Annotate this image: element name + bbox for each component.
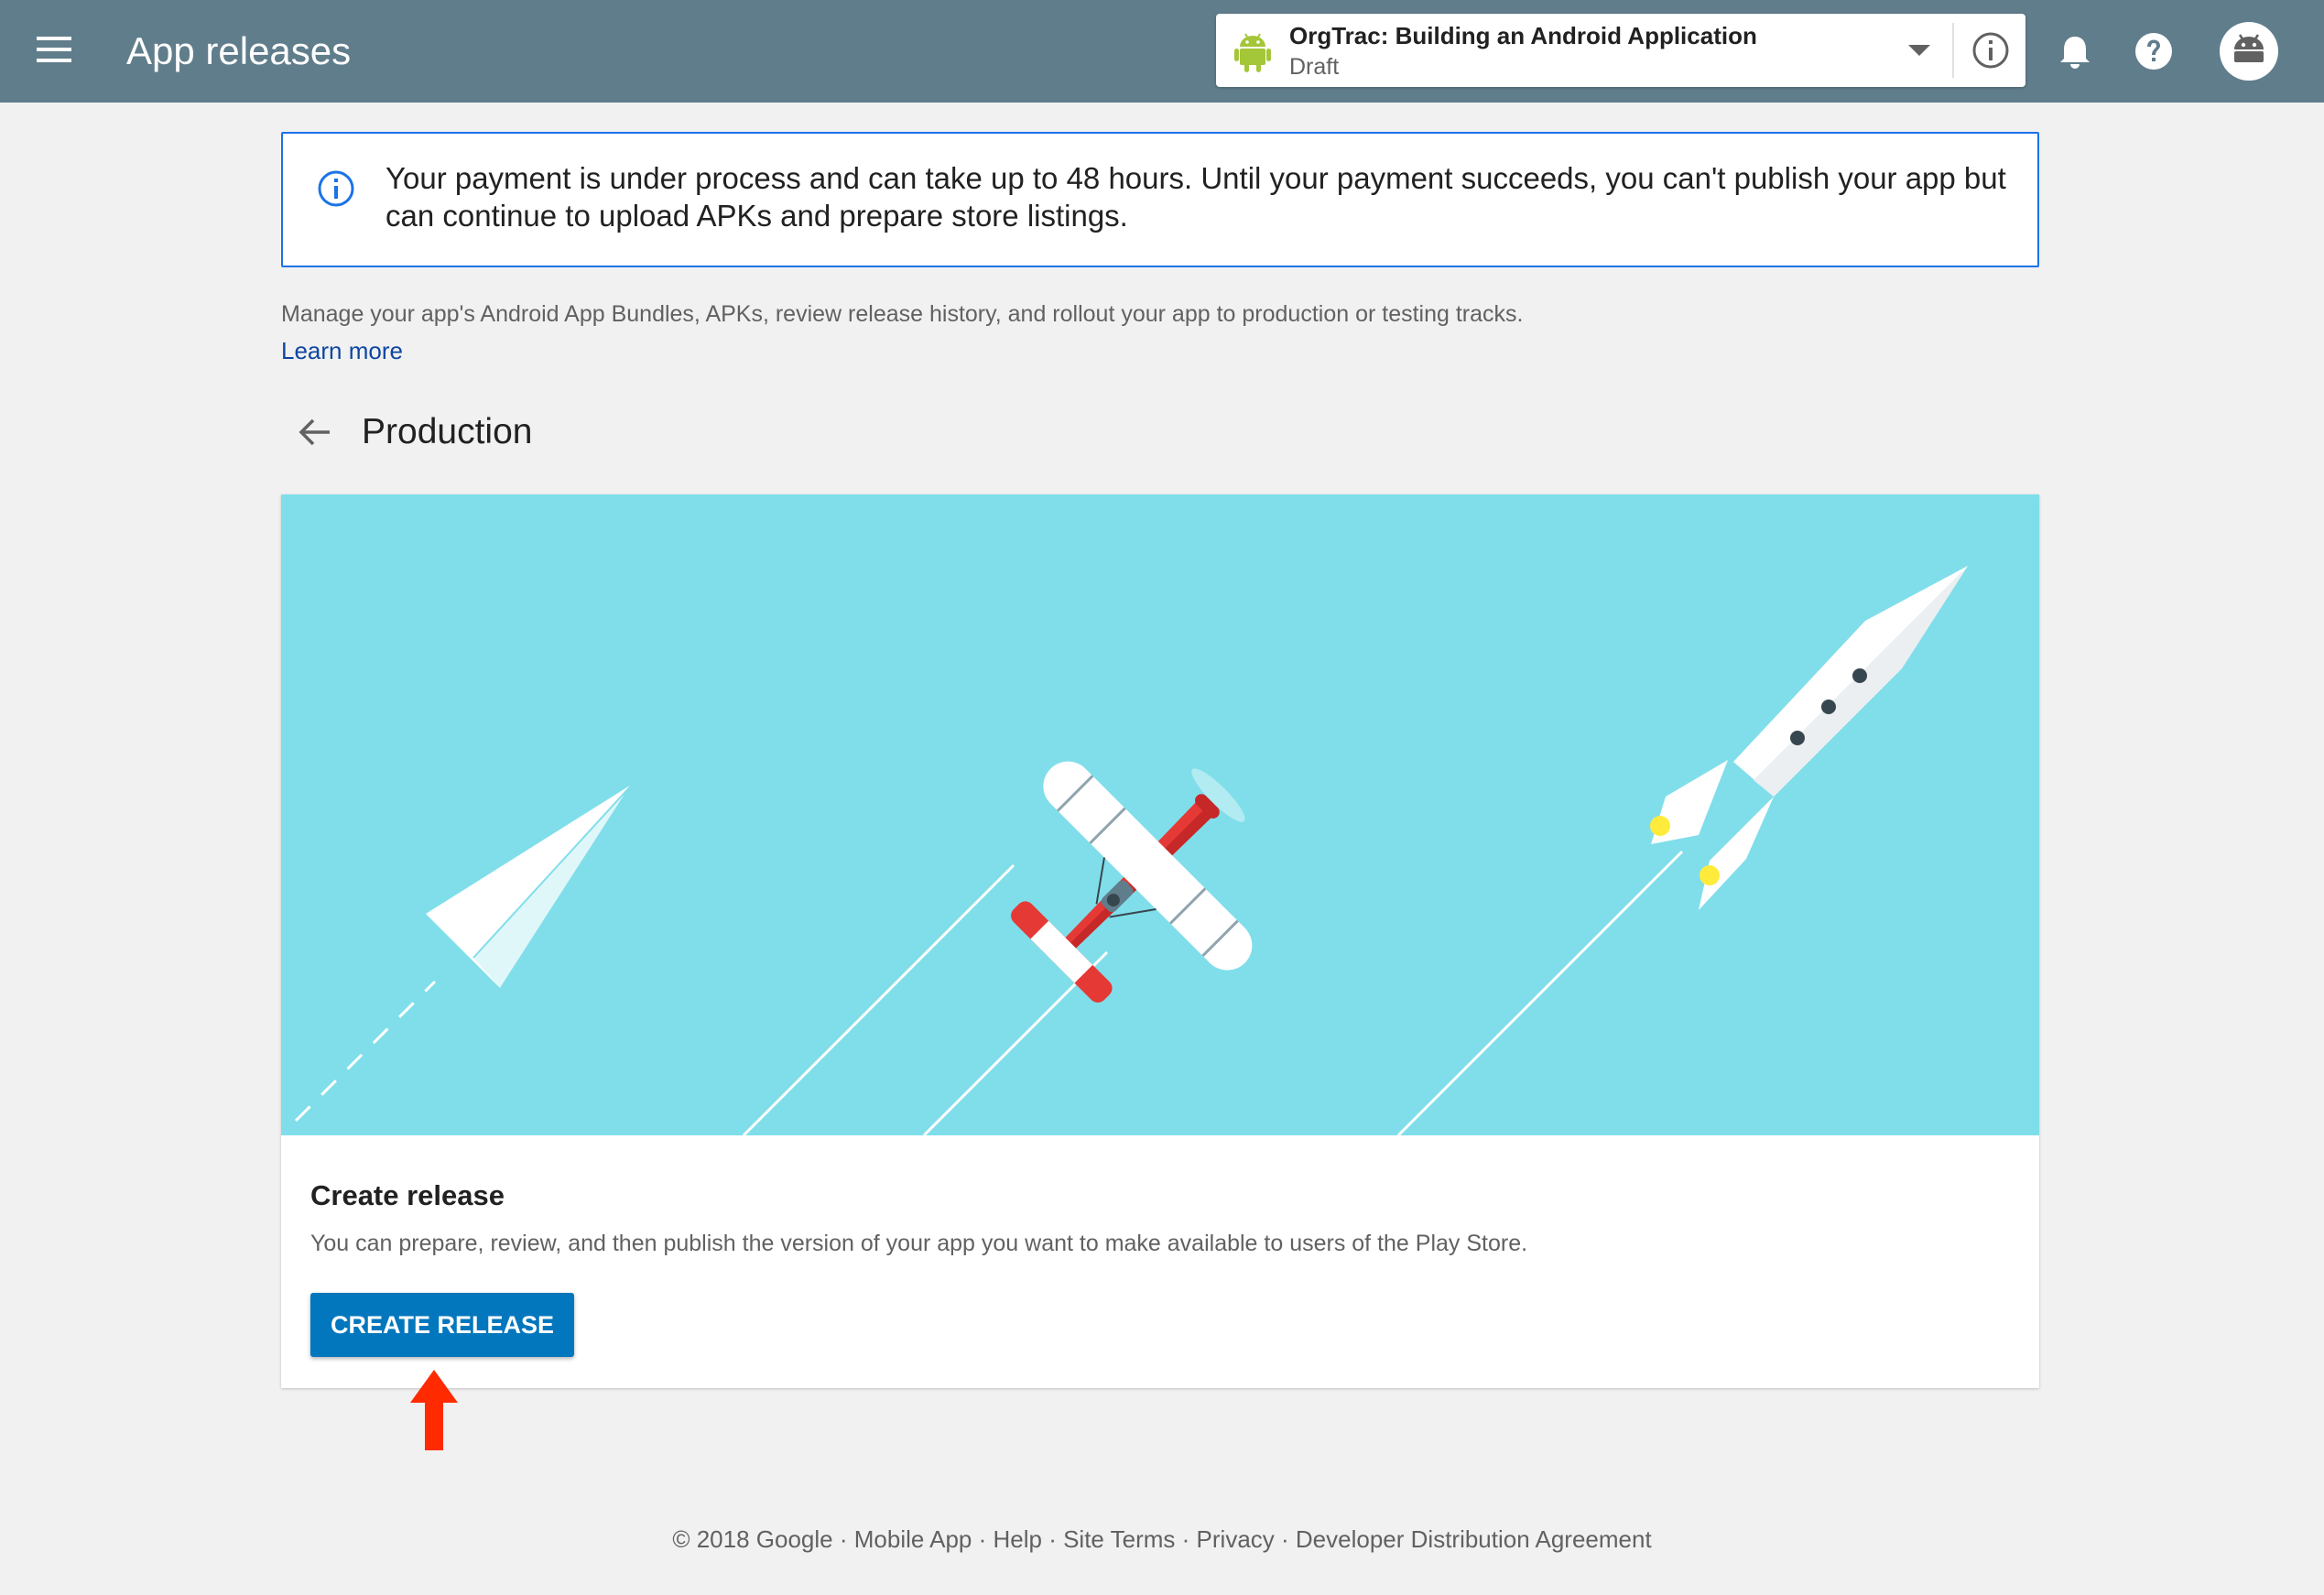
footer-separator: · [1175, 1525, 1197, 1553]
create-release-card: Create release You can prepare, review, … [281, 494, 2039, 1388]
selector-divider [1952, 23, 1954, 78]
footer-link-help[interactable]: Help [994, 1525, 1042, 1553]
footer-link-developer-distribution-agreement[interactable]: Developer Distribution Agreement [1296, 1525, 1652, 1553]
learn-more-link[interactable]: Learn more [281, 334, 403, 367]
info-icon[interactable] [1971, 30, 2011, 71]
footer-copyright: © 2018 Google [672, 1525, 833, 1553]
app-selector-dropdown[interactable]: OrgTrac: Building an Android Application… [1216, 14, 2025, 87]
page-description: Manage your app's Android App Bundles, A… [281, 301, 1524, 327]
section-title: Production [362, 412, 533, 451]
app-name: OrgTrac: Building an Android Application [1289, 22, 1757, 49]
paper-plane-icon [426, 783, 635, 990]
payment-notice: Your payment is under process and can ta… [281, 132, 2039, 267]
top-app-bar: App releases OrgTrac: Building an Androi… [0, 0, 2324, 103]
rocket-icon [1650, 566, 1968, 910]
footer-separator: · [1274, 1525, 1296, 1553]
rocket-trail [1396, 850, 1684, 1135]
info-icon [316, 168, 356, 209]
footer-link-privacy[interactable]: Privacy [1197, 1525, 1275, 1553]
footer-separator: · [832, 1525, 854, 1553]
biplane-icon [1011, 761, 1253, 1003]
menu-icon[interactable] [35, 33, 79, 70]
footer-link-site-terms[interactable]: Site Terms [1063, 1525, 1175, 1553]
notice-text: Your payment is under process and can ta… [386, 161, 2006, 233]
chevron-down-icon[interactable] [1908, 45, 1930, 56]
footer-link-mobile-app[interactable]: Mobile App [854, 1525, 972, 1553]
bell-icon[interactable] [2055, 31, 2095, 71]
arrow-back-icon[interactable] [295, 412, 335, 452]
arrow-up-icon [408, 1368, 460, 1452]
avatar[interactable] [2220, 22, 2278, 81]
paper-plane-trail [294, 980, 437, 1123]
footer-separator: · [1041, 1525, 1064, 1553]
app-status: Draft [1289, 54, 1340, 80]
create-release-button[interactable]: CREATE RELEASE [310, 1293, 574, 1357]
footer: © 2018 Google · Mobile App · Help · Site… [0, 1523, 2324, 1556]
card-description: You can prepare, review, and then publis… [310, 1231, 1528, 1256]
android-icon [1234, 32, 1271, 72]
page-title: App releases [126, 29, 352, 72]
card-title: Create release [310, 1179, 505, 1211]
airplane-trail-left [742, 863, 1015, 1135]
footer-separator: · [972, 1525, 994, 1553]
release-banner-illustration [281, 494, 2039, 1135]
help-icon[interactable] [2134, 31, 2174, 71]
